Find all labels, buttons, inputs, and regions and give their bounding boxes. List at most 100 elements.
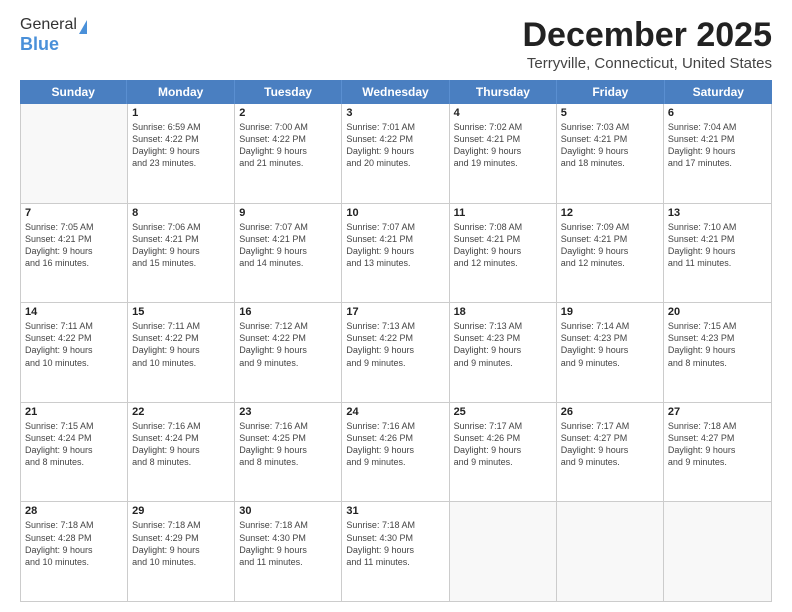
cell-day-number: 11	[454, 207, 552, 219]
cell-day-number: 10	[346, 207, 444, 219]
cell-day-number: 26	[561, 406, 659, 418]
cell-day-number: 25	[454, 406, 552, 418]
calendar-cell: 24 Sunrise: 7:16 AM Sunset: 4:26 PM Dayli…	[342, 403, 449, 502]
cell-day-number: 1	[132, 107, 230, 119]
calendar-header: SundayMondayTuesdayWednesdayThursdayFrid…	[20, 80, 772, 104]
cell-day-number: 12	[561, 207, 659, 219]
cell-info: Sunrise: 7:18 AM Sunset: 4:27 PM Dayligh…	[668, 420, 767, 469]
title-block: December 2025 Terryville, Connecticut, U…	[522, 16, 772, 72]
weekday-header-friday: Friday	[557, 80, 664, 104]
cell-info: Sunrise: 7:13 AM Sunset: 4:22 PM Dayligh…	[346, 320, 444, 369]
calendar-row-0: 1 Sunrise: 6:59 AM Sunset: 4:22 PM Daylig…	[21, 104, 771, 204]
calendar-cell: 7 Sunrise: 7:05 AM Sunset: 4:21 PM Daylig…	[21, 204, 128, 303]
calendar-cell: 2Sunrise: 7:00 AM Sunset: 4:22 PM Daylig…	[235, 104, 342, 203]
cell-info: Sunrise: 7:18 AM Sunset: 4:30 PM Dayligh…	[239, 519, 337, 568]
calendar-cell: 17 Sunrise: 7:13 AM Sunset: 4:22 PM Dayli…	[342, 303, 449, 402]
calendar-cell: 6 Sunrise: 7:04 AM Sunset: 4:21 PM Daylig…	[664, 104, 771, 203]
cell-day-number: 8	[132, 207, 230, 219]
logo-blue-text: Blue	[20, 34, 59, 55]
calendar-cell: 27 Sunrise: 7:18 AM Sunset: 4:27 PM Dayli…	[664, 403, 771, 502]
cell-info: Sunrise: 7:18 AM Sunset: 4:29 PM Dayligh…	[132, 519, 230, 568]
calendar-cell: 12Sunrise: 7:09 AM Sunset: 4:21 PM Dayli…	[557, 204, 664, 303]
cell-info: Sunrise: 7:11 AM Sunset: 4:22 PM Dayligh…	[132, 320, 230, 369]
cell-info: Sunrise: 6:59 AM Sunset: 4:22 PM Dayligh…	[132, 121, 230, 170]
cell-day-number: 2	[239, 107, 337, 119]
cell-info: Sunrise: 7:11 AM Sunset: 4:22 PM Dayligh…	[25, 320, 123, 369]
cell-day-number: 29	[132, 505, 230, 517]
calendar-cell: 30 Sunrise: 7:18 AM Sunset: 4:30 PM Dayli…	[235, 502, 342, 601]
cell-info: Sunrise: 7:18 AM Sunset: 4:30 PM Dayligh…	[346, 519, 444, 568]
weekday-header-monday: Monday	[127, 80, 234, 104]
cell-info: Sunrise: 7:05 AM Sunset: 4:21 PM Dayligh…	[25, 221, 123, 270]
cell-info: Sunrise: 7:15 AM Sunset: 4:24 PM Dayligh…	[25, 420, 123, 469]
cell-info: Sunrise: 7:07 AM Sunset: 4:21 PM Dayligh…	[239, 221, 337, 270]
logo: General Blue	[20, 16, 87, 55]
cell-info: Sunrise: 7:03 AM Sunset: 4:21 PM Dayligh…	[561, 121, 659, 170]
cell-day-number: 30	[239, 505, 337, 517]
cell-day-number: 13	[668, 207, 767, 219]
logo-general-text: General	[20, 16, 77, 34]
cell-day-number: 14	[25, 306, 123, 318]
cell-day-number: 17	[346, 306, 444, 318]
cell-day-number: 9	[239, 207, 337, 219]
weekday-header-tuesday: Tuesday	[235, 80, 342, 104]
cell-info: Sunrise: 7:02 AM Sunset: 4:21 PM Dayligh…	[454, 121, 552, 170]
cell-day-number: 24	[346, 406, 444, 418]
cell-info: Sunrise: 7:04 AM Sunset: 4:21 PM Dayligh…	[668, 121, 767, 170]
calendar-cell: 10 Sunrise: 7:07 AM Sunset: 4:21 PM Dayli…	[342, 204, 449, 303]
cell-info: Sunrise: 7:13 AM Sunset: 4:23 PM Dayligh…	[454, 320, 552, 369]
calendar-cell: 13 Sunrise: 7:10 AM Sunset: 4:21 PM Dayli…	[664, 204, 771, 303]
cell-day-number: 4	[454, 107, 552, 119]
header: General Blue December 2025 Terryville, C…	[20, 16, 772, 72]
cell-info: Sunrise: 7:12 AM Sunset: 4:22 PM Dayligh…	[239, 320, 337, 369]
cell-info: Sunrise: 7:16 AM Sunset: 4:24 PM Dayligh…	[132, 420, 230, 469]
cell-day-number: 20	[668, 306, 767, 318]
cell-day-number: 27	[668, 406, 767, 418]
calendar-cell: 5 Sunrise: 7:03 AM Sunset: 4:21 PM Daylig…	[557, 104, 664, 203]
calendar-cell: 11 Sunrise: 7:08 AM Sunset: 4:21 PM Dayli…	[450, 204, 557, 303]
calendar-cell	[450, 502, 557, 601]
cell-day-number: 31	[346, 505, 444, 517]
calendar-cell: 23Sunrise: 7:16 AM Sunset: 4:25 PM Dayli…	[235, 403, 342, 502]
weekday-header-thursday: Thursday	[450, 80, 557, 104]
calendar-cell: 20 Sunrise: 7:15 AM Sunset: 4:23 PM Dayli…	[664, 303, 771, 402]
calendar-cell: 26 Sunrise: 7:17 AM Sunset: 4:27 PM Dayli…	[557, 403, 664, 502]
calendar-cell: 25 Sunrise: 7:17 AM Sunset: 4:26 PM Dayli…	[450, 403, 557, 502]
cell-day-number: 5	[561, 107, 659, 119]
cell-info: Sunrise: 7:07 AM Sunset: 4:21 PM Dayligh…	[346, 221, 444, 270]
calendar-row-1: 7 Sunrise: 7:05 AM Sunset: 4:21 PM Daylig…	[21, 204, 771, 304]
cell-info: Sunrise: 7:17 AM Sunset: 4:26 PM Dayligh…	[454, 420, 552, 469]
calendar-body: 1 Sunrise: 6:59 AM Sunset: 4:22 PM Daylig…	[20, 104, 772, 602]
cell-info: Sunrise: 7:18 AM Sunset: 4:28 PM Dayligh…	[25, 519, 123, 568]
calendar-row-3: 21Sunrise: 7:15 AM Sunset: 4:24 PM Dayli…	[21, 403, 771, 503]
cell-day-number: 23	[239, 406, 337, 418]
cell-info: Sunrise: 7:01 AM Sunset: 4:22 PM Dayligh…	[346, 121, 444, 170]
calendar-cell: 18 Sunrise: 7:13 AM Sunset: 4:23 PM Dayli…	[450, 303, 557, 402]
calendar-page: General Blue December 2025 Terryville, C…	[0, 0, 792, 612]
calendar-cell: 4 Sunrise: 7:02 AM Sunset: 4:21 PM Daylig…	[450, 104, 557, 203]
calendar-cell: 21Sunrise: 7:15 AM Sunset: 4:24 PM Dayli…	[21, 403, 128, 502]
cell-info: Sunrise: 7:17 AM Sunset: 4:27 PM Dayligh…	[561, 420, 659, 469]
weekday-header-wednesday: Wednesday	[342, 80, 449, 104]
calendar-cell	[664, 502, 771, 601]
calendar-cell: 31 Sunrise: 7:18 AM Sunset: 4:30 PM Dayli…	[342, 502, 449, 601]
calendar-row-4: 28 Sunrise: 7:18 AM Sunset: 4:28 PM Dayli…	[21, 502, 771, 601]
cell-day-number: 19	[561, 306, 659, 318]
calendar-cell: 28 Sunrise: 7:18 AM Sunset: 4:28 PM Dayli…	[21, 502, 128, 601]
cell-day-number: 6	[668, 107, 767, 119]
cell-day-number: 28	[25, 505, 123, 517]
location: Terryville, Connecticut, United States	[522, 55, 772, 72]
calendar-cell	[21, 104, 128, 203]
cell-info: Sunrise: 7:10 AM Sunset: 4:21 PM Dayligh…	[668, 221, 767, 270]
cell-info: Sunrise: 7:15 AM Sunset: 4:23 PM Dayligh…	[668, 320, 767, 369]
calendar-cell: 8 Sunrise: 7:06 AM Sunset: 4:21 PM Daylig…	[128, 204, 235, 303]
cell-info: Sunrise: 7:08 AM Sunset: 4:21 PM Dayligh…	[454, 221, 552, 270]
cell-info: Sunrise: 7:14 AM Sunset: 4:23 PM Dayligh…	[561, 320, 659, 369]
cell-day-number: 15	[132, 306, 230, 318]
cell-day-number: 18	[454, 306, 552, 318]
cell-info: Sunrise: 7:16 AM Sunset: 4:26 PM Dayligh…	[346, 420, 444, 469]
cell-info: Sunrise: 7:06 AM Sunset: 4:21 PM Dayligh…	[132, 221, 230, 270]
calendar-cell: 3Sunrise: 7:01 AM Sunset: 4:22 PM Daylig…	[342, 104, 449, 203]
cell-day-number: 7	[25, 207, 123, 219]
month-title: December 2025	[522, 16, 772, 55]
